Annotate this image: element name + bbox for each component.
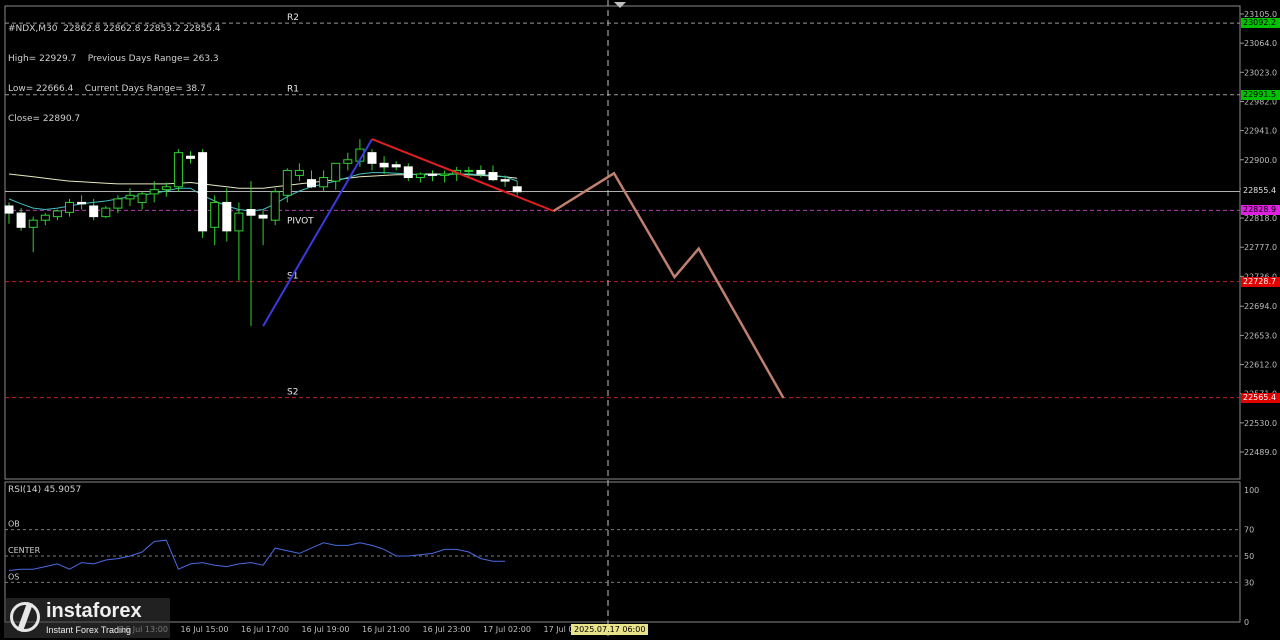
candle-bull <box>101 207 111 218</box>
candle-bull <box>440 173 450 176</box>
candle-bear <box>428 173 437 176</box>
y-tick-label: 22777.0 <box>1244 243 1277 252</box>
pivot-label-pivot: PIVOT <box>287 216 314 226</box>
candle-bull <box>234 212 244 232</box>
logo-subtitle: Instant Forex Trading <box>46 625 132 635</box>
pivot-tag-pivot: 22828.9 <box>1241 205 1280 216</box>
y-tick-label: 22612.0 <box>1244 361 1277 370</box>
trend-line-swing-up <box>262 138 373 327</box>
y-tick-label: 22489.0 <box>1244 448 1277 457</box>
candle-bull <box>282 169 292 196</box>
pivot-label-s2: S2 <box>287 388 298 398</box>
candle-bull <box>173 152 183 188</box>
candle-bear <box>77 201 87 205</box>
pivot-label-r2: R2 <box>287 13 299 23</box>
info-low: Low= 22666.4 Current Days Range= 38.7 <box>8 84 206 94</box>
instaforex-logo: instaforex Instant Forex Trading <box>4 598 170 638</box>
candle-bear <box>16 212 26 228</box>
rsi-level-label: CENTER <box>8 546 41 555</box>
pivot-tag-s2: 22565.4 <box>1241 392 1280 403</box>
rsi-tick-label: 50 <box>1244 552 1254 561</box>
crosshair-arrow-icon <box>614 2 626 8</box>
candle-bull <box>415 173 425 179</box>
trend-line-projection <box>552 171 785 399</box>
candle-bear <box>500 179 510 182</box>
y-tick-label: 22530.0 <box>1244 419 1277 428</box>
logo-name: instaforex <box>46 600 142 622</box>
rsi-tick-label: 70 <box>1244 526 1254 535</box>
candle-bear <box>258 214 268 219</box>
candle-bear <box>512 186 522 193</box>
y-tick-label: 22941.0 <box>1244 127 1277 136</box>
candle-bull <box>28 219 38 228</box>
info-close: Close= 22890.7 <box>8 114 81 124</box>
candle-bull <box>52 210 62 218</box>
candle-bull <box>149 189 159 195</box>
x-tick-label: 17 Jul 02:00 <box>483 625 531 634</box>
candle-bull <box>270 191 280 221</box>
x-tick-label: 16 Jul 19:00 <box>302 625 350 634</box>
candle-bear <box>403 166 413 179</box>
candle-bull <box>113 198 123 209</box>
y-tick-label: 23023.0 <box>1244 68 1277 77</box>
info-ohlc: #NDX,M30 22862.8 22862.8 22853.2 22855.4 <box>8 24 221 34</box>
candle-bull <box>294 169 304 176</box>
y-tick-label: 22818.0 <box>1244 214 1277 223</box>
x-tick-label: 16 Jul 17:00 <box>241 625 289 634</box>
symbol-info: #NDX,M30 22862.8 22862.8 22853.2 22855.4… <box>8 4 221 134</box>
info-high: High= 22929.7 Previous Days Range= 263.3 <box>8 54 219 64</box>
x-tick-label: 16 Jul 23:00 <box>423 625 471 634</box>
logo-icon <box>10 602 40 632</box>
y-tick-label: 22694.0 <box>1244 302 1277 311</box>
rsi-title: RSI(14) 45.9057 <box>8 485 82 495</box>
candle-bull <box>125 194 135 200</box>
candle-bull <box>65 201 74 213</box>
candle-bull <box>464 169 474 172</box>
rsi-panel-frame <box>4 481 1241 623</box>
crosshair-time-marker: 2025.07.17 06:00 <box>571 624 649 635</box>
candle-bear <box>391 164 401 168</box>
candle-bull <box>137 193 147 203</box>
candle-bear <box>186 155 195 159</box>
x-tick-label: 16 Jul 21:00 <box>362 625 410 634</box>
pivot-label-r1: R1 <box>287 85 299 95</box>
rsi-tick-label: 30 <box>1244 578 1254 587</box>
pivot-tag-r1: 22991.5 <box>1241 89 1280 100</box>
y-tick-label: 22900.0 <box>1244 156 1277 165</box>
candle-bear <box>307 179 316 188</box>
candle-bear <box>198 152 208 232</box>
candle-bull <box>161 186 171 191</box>
candle-bear <box>89 205 99 218</box>
candle-bear <box>379 162 389 168</box>
y-tick-label: 23064.0 <box>1244 39 1277 48</box>
candle-bear <box>367 152 377 164</box>
candle-bull <box>331 162 341 182</box>
candle-bear <box>4 205 14 214</box>
candle-bear <box>222 201 232 232</box>
pivot-tag-r2: 23092.2 <box>1241 18 1280 29</box>
candle-bull <box>343 159 353 164</box>
candle-bull <box>40 214 50 221</box>
rsi-tick-label: 100 <box>1244 486 1259 495</box>
pivot-tag-s1: 22728.7 <box>1241 276 1280 287</box>
rsi-tick-label: 0 <box>1244 618 1249 627</box>
candle-bear <box>246 209 256 216</box>
rsi-level-label: OS <box>8 572 19 581</box>
current-price-tag: 22855.4 <box>1241 186 1280 197</box>
candle-bear <box>488 172 498 181</box>
rsi-level-label: OB <box>8 520 20 529</box>
y-tick-label: 22653.0 <box>1244 331 1277 340</box>
candle-bear <box>476 169 486 175</box>
rsi-line <box>8 539 506 571</box>
candle-bull <box>210 201 220 228</box>
moving-average-slow <box>8 173 518 189</box>
candle-bull <box>319 177 329 188</box>
x-tick-label: 16 Jul 15:00 <box>181 625 229 634</box>
